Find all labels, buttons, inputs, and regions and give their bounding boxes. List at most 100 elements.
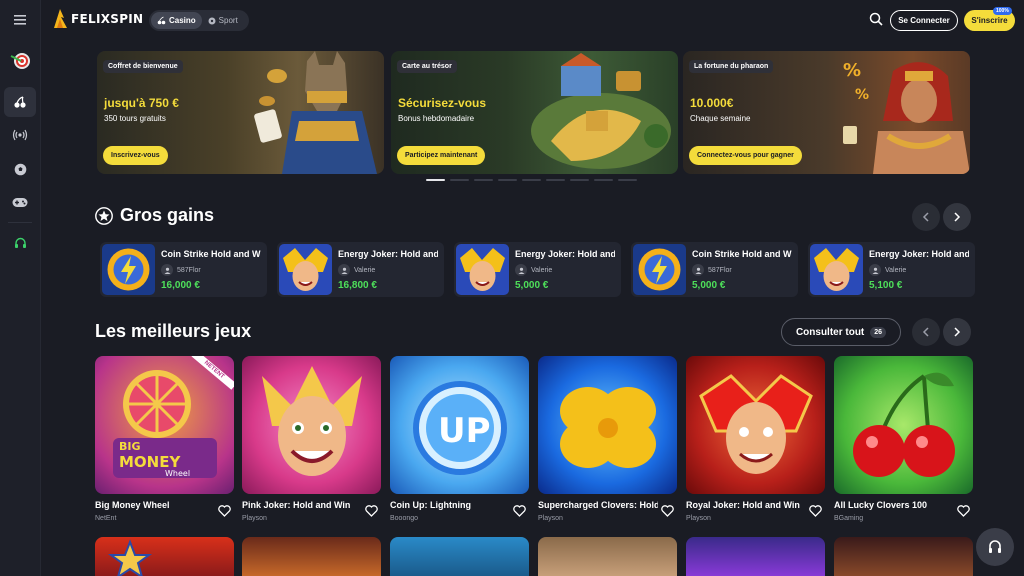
win-username: Valerie <box>354 266 376 274</box>
carousel-dot[interactable] <box>618 179 637 181</box>
promo-banner-welcome[interactable]: Coffret de bienvenue jusqu'à 750 € 350 t… <box>97 51 384 174</box>
tab-casino[interactable]: Casino <box>151 12 202 29</box>
joker-face-artwork <box>262 366 362 476</box>
pharaoh-cat-illustration <box>254 51 377 174</box>
big-win-card[interactable]: Energy Joker: Hold and Win Valerie 16,800 … <box>277 242 444 297</box>
game-thumb-coin-up[interactable]: UP <box>390 356 529 494</box>
games-prev-button[interactable] <box>912 318 940 346</box>
game-title[interactable]: Royal Joker: Hold and Win <box>686 500 806 510</box>
carousel-dot[interactable] <box>546 179 565 181</box>
win-game-thumbnail <box>279 244 332 295</box>
banner-tag: Carte au trésor <box>397 60 457 73</box>
login-button[interactable]: Se Connecter <box>890 10 958 31</box>
favorite-heart-icon[interactable] <box>513 504 526 522</box>
game-title[interactable]: Supercharged Clovers: Hold and Win <box>538 500 658 510</box>
banner-tag: Coffret de bienvenue <box>103 60 183 73</box>
game-thumb-row2[interactable] <box>95 537 234 576</box>
big-win-card[interactable]: Energy Joker: Hold and Win Valerie 5,100 € <box>808 242 975 297</box>
win-user: Valerie <box>869 264 906 276</box>
support-chat-button[interactable] <box>976 528 1014 566</box>
carousel-dot[interactable] <box>498 179 517 181</box>
game-thumb-all-lucky-clovers[interactable] <box>834 356 973 494</box>
carousel-dot[interactable] <box>474 179 493 181</box>
game-thumb-royal-joker[interactable] <box>686 356 825 494</box>
favorite-heart-icon[interactable] <box>809 504 822 522</box>
favorite-heart-icon[interactable] <box>218 504 231 522</box>
carousel-dot[interactable] <box>426 179 445 181</box>
game-provider: Playson <box>686 515 711 522</box>
game-thumb-row2[interactable] <box>686 537 825 576</box>
game-thumb-row2[interactable] <box>390 537 529 576</box>
tab-sport-label: Sport <box>218 16 238 25</box>
game-title[interactable]: All Lucky Clovers 100 <box>834 500 954 510</box>
chevron-right-icon <box>954 327 961 337</box>
user-icon <box>515 264 527 276</box>
brand-logo[interactable]: FELIXSPIN <box>51 8 143 30</box>
banner-title: jusqu'à 750 € <box>104 96 179 110</box>
game-title[interactable]: Big Money Wheel <box>95 500 215 510</box>
headset-support-icon[interactable] <box>4 228 36 258</box>
game-title[interactable]: Pink Joker: Hold and Win <box>242 500 362 510</box>
favorite-heart-icon[interactable] <box>365 504 378 522</box>
game-provider: Playson <box>242 515 267 522</box>
carousel-dot[interactable] <box>522 179 541 181</box>
favorite-heart-icon[interactable] <box>957 504 970 522</box>
big-win-card[interactable]: Energy Joker: Hold and Win Valerie 5,000 € <box>454 242 621 297</box>
win-game-thumbnail <box>102 244 155 295</box>
chevron-right-icon <box>954 212 961 222</box>
coin-up-artwork: UP <box>413 381 507 475</box>
top-header: FELIXSPIN Casino Sport Se Connecter S'in… <box>41 0 1024 40</box>
royal-joker-artwork <box>699 374 813 474</box>
game-provider: NetEnt <box>95 515 117 522</box>
win-amount: 5,100 € <box>869 280 903 291</box>
view-all-button[interactable]: Consulter tout 26 <box>781 318 901 346</box>
thumb-text-big: BIG <box>119 440 141 453</box>
big-win-card[interactable]: Coin Strike Hold and Win 587Flor 16,000 € <box>100 242 267 297</box>
win-username: Valerie <box>885 266 907 274</box>
win-game-name: Coin Strike Hold and Win <box>161 249 261 259</box>
banner-cta-button[interactable]: Connectez-vous pour gagner <box>689 146 802 165</box>
user-icon <box>338 264 350 276</box>
product-switch: Casino Sport <box>149 10 249 31</box>
promo-banner-treasure[interactable]: Carte au trésor Sécurisez-vous Bonus heb… <box>391 51 678 174</box>
game-thumb-supercharged-clovers[interactable] <box>538 356 677 494</box>
win-amount: 16,800 € <box>338 280 377 291</box>
banner-subtitle: Bonus hebdomadaire <box>398 114 475 123</box>
game-thumb-row2[interactable] <box>242 537 381 576</box>
big-win-card[interactable]: Coin Strike Hold and Win 587Flor 5,000 € <box>631 242 798 297</box>
banner-cta-button[interactable]: Participez maintenant <box>397 146 486 165</box>
carousel-dot[interactable] <box>450 179 469 181</box>
win-user: Valerie <box>338 264 375 276</box>
search-icon[interactable] <box>869 12 883 31</box>
sidebar-divider <box>8 222 32 223</box>
tab-sport[interactable]: Sport <box>202 12 244 29</box>
win-user: 587Flor <box>692 264 732 276</box>
game-thumb-pink-joker[interactable] <box>242 356 381 494</box>
carousel-dot[interactable] <box>570 179 589 181</box>
favorite-heart-icon[interactable] <box>661 504 674 522</box>
live-broadcast-icon[interactable] <box>4 120 36 150</box>
user-icon <box>869 264 881 276</box>
casino-cherry-icon[interactable] <box>4 87 36 117</box>
games-next-button[interactable] <box>943 318 971 346</box>
target-promo-icon[interactable] <box>4 46 36 76</box>
promo-banner-pharaoh[interactable]: % % La fortune du pharaon 10.000€ Chaque… <box>683 51 970 174</box>
carousel-dot[interactable] <box>594 179 613 181</box>
game-thumb-row2[interactable] <box>538 537 677 576</box>
banner-cta-button[interactable]: Inscrivez-vous <box>103 146 168 165</box>
clover-artwork <box>560 387 656 468</box>
wins-prev-button[interactable] <box>912 203 940 231</box>
banner-tag: La fortune du pharaon <box>689 60 774 73</box>
banner-subtitle: 350 tours gratuits <box>104 114 166 123</box>
win-game-thumbnail <box>810 244 863 295</box>
win-username: Valerie <box>531 266 553 274</box>
game-title[interactable]: Coin Up: Lightning <box>390 500 510 510</box>
wins-next-button[interactable] <box>943 203 971 231</box>
game-thumb-row2[interactable] <box>834 537 973 576</box>
gamepad-icon[interactable] <box>4 187 36 217</box>
game-thumb-big-money-wheel[interactable]: BIG MONEY Wheel NETENT <box>95 356 234 494</box>
svg-text:%: % <box>855 87 869 103</box>
soccer-ball-icon[interactable] <box>4 154 36 184</box>
menu-icon[interactable] <box>4 5 36 35</box>
pharaoh-queen-illustration: % % <box>843 60 970 174</box>
